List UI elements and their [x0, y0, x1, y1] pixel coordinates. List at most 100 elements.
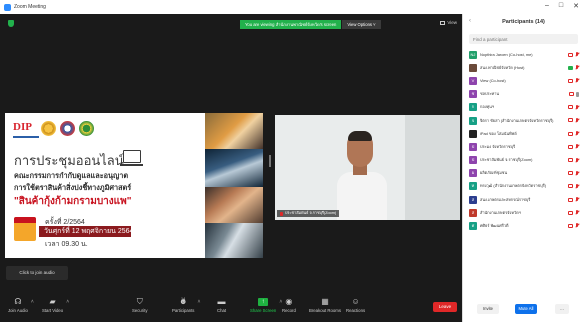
participant-row[interactable]: ศศศิธร์ พัฒนศรีวดี	[463, 219, 583, 232]
participants-label: Participants	[172, 308, 195, 313]
invite-button[interactable]: Invite	[477, 304, 499, 314]
participant-name: ประชาสัมพันธ์ จ.ราชบุรี(Zoom)	[480, 157, 533, 163]
more-button[interactable]: ...	[555, 304, 569, 314]
chevron-up-icon[interactable]: ˄	[66, 299, 69, 305]
participant-row[interactable]: ปประชาสัมพันธ์ จ.ราชบุรี(Zoom)	[463, 154, 583, 167]
camera-off-icon	[568, 184, 573, 189]
camera-off-icon	[568, 223, 573, 228]
camera-off-icon	[568, 118, 573, 123]
avatar: ก	[469, 103, 477, 112]
participant-row[interactable]: สสำนักงานเกษตรจังหวัดฯ	[463, 206, 583, 219]
participants-header: ‹ Participants (14)	[463, 14, 583, 30]
participant-row[interactable]: จจิตรา ชัยสา (สำนักงานเกษตรจังหวัดราชบุร…	[463, 114, 583, 127]
join-audio-tooltip[interactable]: Click to join audio	[6, 266, 68, 280]
chat-button[interactable]: ▬ Chat	[217, 297, 226, 314]
join-audio-button[interactable]: ☊ ˄ Join Audio	[8, 298, 34, 314]
avatar	[469, 129, 477, 138]
chat-bubble-icon: ▬	[217, 297, 226, 306]
photo-prawn-closeup	[205, 223, 263, 258]
maximize-button[interactable]: □	[559, 2, 563, 10]
viewing-text: You are viewing สำนักงานพาณิชย์จังหวัด's…	[240, 20, 342, 29]
video-name-tag: ประชาสัมพันธ์ จ.ราชบุรี(Zoom)	[277, 210, 340, 217]
camera-off-icon	[568, 144, 573, 149]
participant-row[interactable]: ผผลิตภัณฑ์ชุมชน	[463, 167, 583, 180]
participant-row[interactable]: iPad ของ โสมฉันทิพย์	[463, 127, 583, 140]
participants-button[interactable]: ☻ 14 ˄ Participants	[172, 297, 200, 313]
participant-status	[568, 52, 579, 57]
share-screen-label: Share Screen	[250, 308, 277, 313]
participant-row[interactable]: NJ Nopthira Jaroen (Co-host, me)	[463, 48, 583, 61]
mic-muted-icon	[575, 104, 579, 110]
camera-off-icon	[568, 52, 573, 57]
participant-status	[568, 117, 579, 123]
view-options-button[interactable]: View Options ˅	[342, 20, 381, 29]
record-icon: ◉	[285, 297, 293, 306]
breakout-rooms-icon: ▦	[321, 297, 329, 306]
video-background	[405, 115, 460, 220]
participant-row[interactable]: ททรงวุฒิ (สำนักงานเกษตรจังหวัดราชบุรี)	[463, 180, 583, 193]
chevron-up-icon[interactable]: ˄	[198, 299, 201, 305]
camera-on-icon	[568, 65, 573, 70]
participants-title: Participants (14)	[502, 19, 545, 25]
meeting-toolbar: ☊ ˄ Join Audio ▰ ˄ Start Video ⛉ Securit…	[0, 296, 462, 322]
title-bar: Zoom Meeting – □ ✕	[0, 0, 583, 14]
participant-name: กองทุนฯ	[480, 104, 495, 110]
seal-emblem-icon	[41, 121, 56, 136]
viewing-banner: You are viewing สำนักงานพาณิชย์จังหวัด's…	[240, 20, 381, 29]
meeting-date: วันศุกร์ที่ 12 พฤศจิกายน 2564	[39, 226, 133, 237]
close-button[interactable]: ✕	[573, 2, 579, 10]
participants-count: 14	[181, 297, 186, 301]
dip-logo: DIP	[13, 121, 32, 133]
reactions-label: Reactions	[346, 308, 366, 313]
participant-name: สำนักงานเกษตรจังหวัดฯ	[480, 209, 521, 215]
mic-muted-icon	[575, 78, 579, 83]
camera-off-icon	[569, 92, 574, 97]
participant-row[interactable]: กกองทุนฯ	[463, 101, 583, 114]
avatar: ส	[469, 208, 477, 217]
participant-name: ผลิตภัณฑ์ชุมชน	[480, 170, 508, 176]
laptop-icon	[120, 150, 143, 166]
participant-row[interactable]: V View (Co-host)	[463, 74, 583, 87]
participant-row[interactable]: ปประมง จังหวัดราชบุรี	[463, 140, 583, 153]
minimize-button[interactable]: –	[545, 2, 549, 10]
participant-row[interactable]: สสนง.เกษตรและสหกรณ์ราชบุรี	[463, 193, 583, 206]
avatar: ศ	[469, 222, 477, 231]
camera-off-icon	[568, 131, 573, 136]
camera-off-icon	[568, 158, 573, 162]
chevron-up-icon[interactable]: ˄	[31, 299, 34, 305]
split-resize-handle[interactable]	[269, 155, 271, 167]
mic-muted-icon	[575, 131, 579, 136]
participant-status	[568, 170, 579, 176]
calendar-icon	[14, 217, 36, 241]
share-screen-button[interactable]: ↑ ˄ Share Screen	[250, 298, 282, 313]
participant-status	[569, 91, 579, 97]
meeting-time: เวลา 09.30 น.	[45, 241, 88, 248]
reactions-button[interactable]: ☺ Reactions	[346, 298, 366, 314]
mic-muted-icon	[575, 223, 579, 228]
mic-muted-icon	[575, 183, 579, 189]
speaker-figure	[337, 127, 387, 220]
participant-name: ชลประทาน	[480, 91, 500, 97]
leave-button[interactable]: Leave	[433, 302, 457, 312]
security-button[interactable]: ⛉ Security	[132, 298, 148, 314]
camera-off-icon	[568, 197, 573, 202]
record-button[interactable]: ◉ Record	[282, 297, 296, 314]
shared-slide: DIP การประชุมออนไลน์ คณะกรรมการกำกับดูแล…	[5, 113, 263, 258]
breakout-rooms-button[interactable]: ▦ Breakout Rooms	[309, 297, 341, 314]
mic-muted-icon	[575, 197, 579, 202]
participant-name: Nopthira Jaroen (Co-host, me)	[480, 52, 533, 58]
mute-all-button[interactable]: Mute All	[515, 304, 537, 314]
participant-row[interactable]: ชชลประทาน	[463, 88, 583, 101]
avatar: จ	[469, 116, 477, 125]
participant-search-input[interactable]	[469, 34, 578, 44]
view-button[interactable]: View	[440, 20, 457, 25]
chevron-left-icon[interactable]: ‹	[469, 18, 471, 24]
start-video-button[interactable]: ▰ ˄ Start Video	[42, 298, 69, 314]
mic-on-icon	[576, 91, 579, 97]
speaker-video[interactable]	[275, 115, 460, 220]
mic-muted-icon	[575, 52, 579, 57]
join-audio-label: Join Audio	[8, 308, 28, 313]
participant-row[interactable]: สนง.พาณิชย์จังหวัด (Host)	[463, 61, 583, 74]
security-shield-icon[interactable]	[8, 20, 14, 27]
camera-off-icon	[568, 171, 573, 176]
